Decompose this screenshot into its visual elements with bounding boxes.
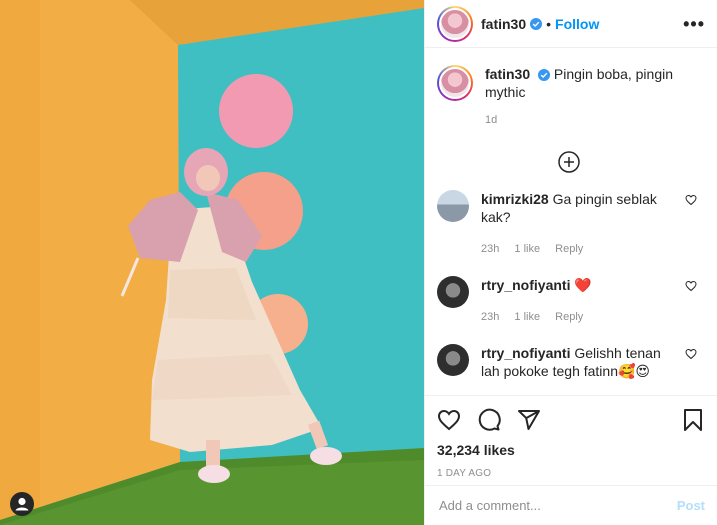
- post-timestamp[interactable]: 1 DAY AGO: [437, 468, 705, 479]
- post-photo[interactable]: [0, 0, 424, 525]
- comment-likes[interactable]: 1 like: [514, 311, 540, 323]
- comment-item: rtry_nofiyanti ❤️ 23h 1 like Reply: [437, 276, 701, 326]
- post-caption: fatin30 Pingin boba, pingin mythic: [437, 65, 701, 101]
- post-header: fatin30 • Follow •••: [425, 0, 717, 48]
- verified-icon: [538, 69, 551, 82]
- reply-button[interactable]: Reply: [555, 311, 583, 323]
- heart-icon[interactable]: [685, 348, 697, 360]
- commenter-avatar[interactable]: [437, 276, 469, 308]
- header-separator: •: [546, 15, 552, 32]
- commenter-avatar[interactable]: [437, 190, 469, 222]
- commenter-username[interactable]: rtry_nofiyanti: [481, 345, 570, 361]
- comment-item: kimrizki28 Ga pingin seblak kak? 23h 1 l…: [437, 190, 701, 258]
- caption-username[interactable]: fatin30: [485, 66, 530, 82]
- follow-button[interactable]: Follow: [555, 16, 599, 32]
- comment-time[interactable]: 23h: [481, 311, 499, 323]
- action-icons: [437, 404, 705, 436]
- caption-avatar[interactable]: [437, 65, 473, 101]
- heart-icon[interactable]: [437, 408, 461, 432]
- post-sidebar: fatin30 • Follow ••• fatin30 Pingin boba…: [424, 0, 717, 525]
- commenter-avatar[interactable]: [437, 344, 469, 376]
- comment-item: rtry_nofiyanti Gelishh tenan lah pokoke …: [437, 344, 701, 380]
- comment-meta: 23h 1 like Reply: [481, 240, 681, 258]
- comment-text: ❤️: [574, 277, 592, 293]
- comment-meta: 23h 1 like Reply: [481, 308, 681, 326]
- verified-icon: [530, 17, 543, 30]
- comment-time[interactable]: 23h: [481, 243, 499, 255]
- commenter-username[interactable]: kimrizki28: [481, 191, 549, 207]
- load-more-icon[interactable]: [557, 150, 581, 174]
- heart-icon[interactable]: [685, 194, 697, 206]
- photo-illustration: [0, 0, 424, 525]
- comment-likes[interactable]: 1 like: [514, 243, 540, 255]
- comment-icon[interactable]: [477, 408, 501, 432]
- likes-count[interactable]: 32,234 likes: [437, 442, 705, 458]
- comments-list[interactable]: fatin30 Pingin boba, pingin mythic 1d ki…: [425, 49, 717, 394]
- more-icon[interactable]: •••: [683, 15, 705, 33]
- reply-button[interactable]: Reply: [555, 243, 583, 255]
- comment-input[interactable]: [439, 498, 677, 513]
- author-username[interactable]: fatin30: [481, 16, 526, 32]
- post-comment-button[interactable]: Post: [677, 498, 705, 513]
- author-avatar[interactable]: [437, 5, 473, 42]
- comment-composer: Post: [425, 485, 717, 525]
- heart-icon[interactable]: [685, 280, 697, 292]
- commenter-username[interactable]: rtry_nofiyanti: [481, 277, 570, 293]
- profile-badge-icon[interactable]: [10, 492, 34, 516]
- caption-time: 1d: [485, 114, 498, 126]
- share-icon[interactable]: [517, 408, 541, 432]
- post-actions: 32,234 likes 1 DAY AGO: [425, 395, 717, 479]
- save-icon[interactable]: [681, 408, 705, 432]
